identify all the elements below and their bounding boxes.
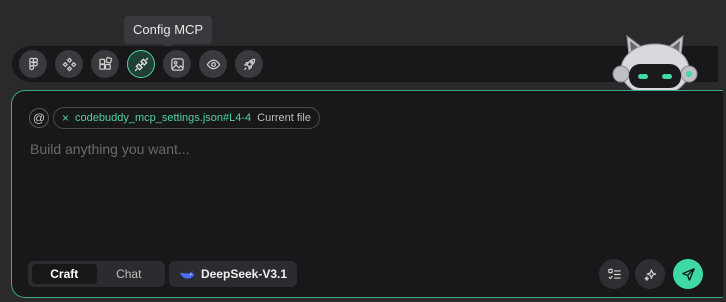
figma-button[interactable]	[19, 50, 47, 78]
file-chip-hint: Current file	[257, 112, 311, 124]
deploy-button[interactable]	[235, 50, 263, 78]
eye-icon	[206, 59, 220, 69]
task-list-icon	[607, 268, 621, 279]
enhance-prompt-button[interactable]	[635, 259, 665, 289]
components-button[interactable]	[55, 50, 83, 78]
config-mcp-button[interactable]	[127, 50, 155, 78]
send-icon	[681, 267, 695, 281]
mode-chat[interactable]: Chat	[97, 264, 162, 284]
model-selector[interactable]: DeepSeek-V3.1	[169, 261, 297, 287]
image-icon	[170, 57, 184, 71]
image-button[interactable]	[163, 50, 191, 78]
remove-file-icon[interactable]: ×	[62, 111, 69, 125]
components-icon	[62, 57, 76, 71]
mention-button[interactable]: @	[29, 108, 49, 128]
mode-craft[interactable]: Craft	[32, 264, 97, 284]
tooltip-text: Config MCP	[133, 22, 204, 37]
prompt-input[interactable]: Build anything you want...	[30, 141, 190, 157]
robot-mascot	[612, 34, 698, 96]
figma-icon	[28, 57, 38, 70]
rocket-icon	[243, 58, 255, 70]
preview-button[interactable]	[199, 50, 227, 78]
file-chip-name: codebuddy_mcp_settings.json#L4-4	[75, 112, 252, 124]
send-button[interactable]	[673, 259, 703, 289]
chat-input-panel: @ × codebuddy_mcp_settings.json#L4-4 Cur…	[11, 90, 723, 298]
blocks-button[interactable]	[91, 50, 119, 78]
config-mcp-tooltip: Config MCP	[124, 16, 213, 49]
blocks-icon	[98, 56, 112, 70]
plug-icon	[134, 57, 148, 71]
context-file-chip: × codebuddy_mcp_settings.json#L4-4 Curre…	[53, 107, 320, 129]
sparkle-icon	[643, 268, 656, 281]
mode-toggle: Craft Chat	[28, 261, 165, 287]
task-list-button[interactable]	[599, 259, 629, 289]
model-name: DeepSeek-V3.1	[200, 267, 288, 281]
whale-icon	[179, 270, 195, 279]
